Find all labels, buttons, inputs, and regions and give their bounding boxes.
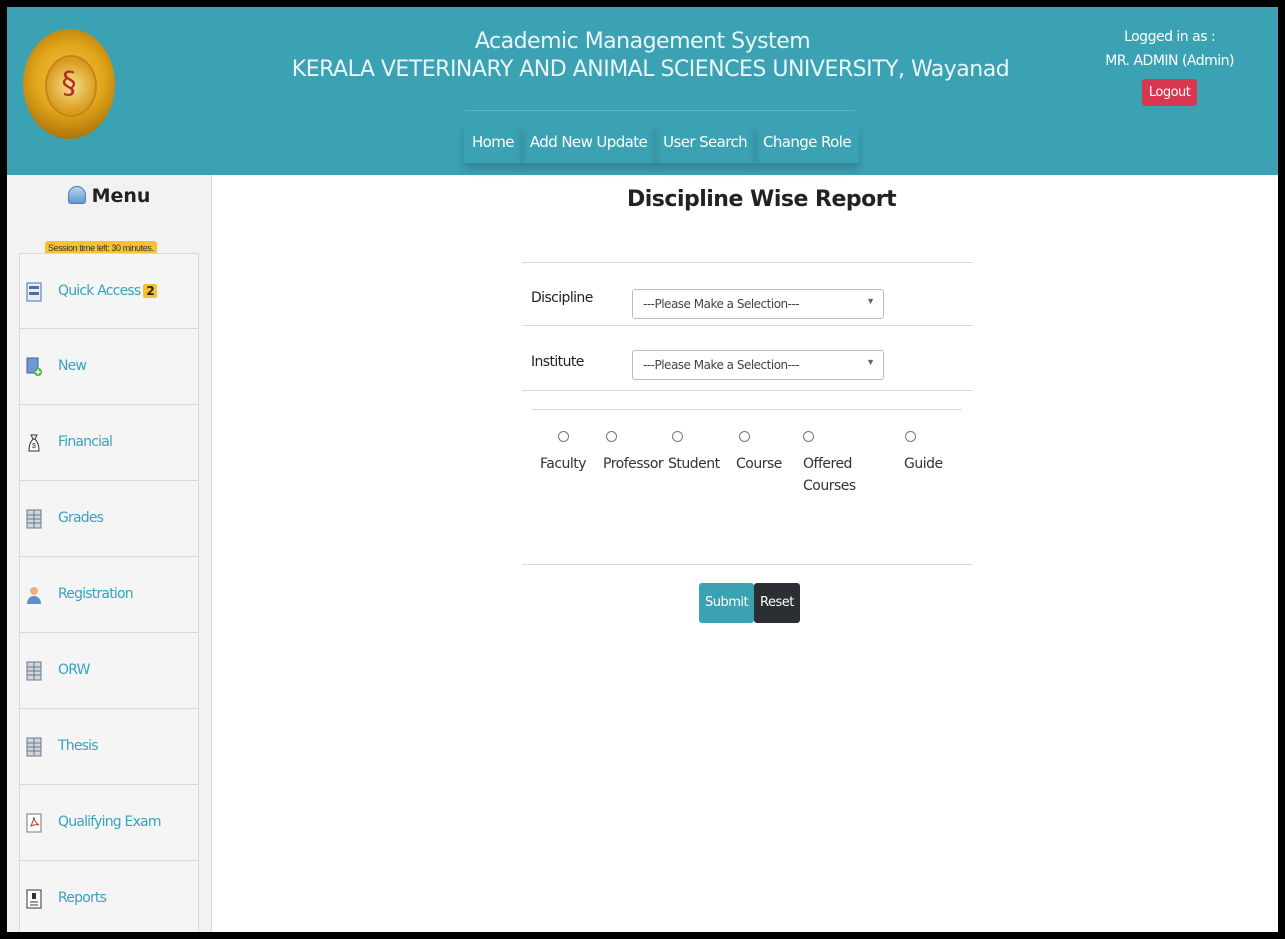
reset-button[interactable]: Reset [754,583,800,623]
radio-group-divider [532,409,962,410]
title-divider [465,110,855,111]
radio-label: Faculty [540,456,587,472]
sidebar-item-label: Grades [58,510,104,526]
sidebar-item-label: New [58,358,87,374]
sidebar-item-thesis[interactable]: Thesis [19,709,199,785]
form-divider [522,325,973,326]
login-panel: Logged in as : MR. ADMIN (Admin) Logout [1105,29,1234,106]
sidebar-item-registration[interactable]: Registration [19,557,199,633]
user-icon [27,587,41,604]
radio-button[interactable] [904,431,916,442]
radio-button[interactable] [739,431,751,442]
sidebar-item-quick-access[interactable]: Quick Access 2 [19,253,199,329]
form-divider [522,262,973,263]
radio-student[interactable]: Student [668,431,720,475]
radio-course[interactable]: Course [736,431,782,475]
radio-button[interactable] [672,431,684,442]
radio-label: Course [736,456,782,472]
page-title: Discipline Wise Report [627,187,897,212]
grid-icon [26,509,42,529]
header: § Academic Management System KERALA VETE… [7,7,1278,175]
radio-professor[interactable]: Professor [603,431,664,475]
sidebar-item-reports[interactable]: Reports [19,861,199,932]
radio-guide[interactable]: Guide [904,431,943,475]
form-divider [522,390,973,391]
nav-change-role[interactable]: Change Role [755,123,859,163]
nav-user-search[interactable]: User Search [655,123,755,163]
submit-button[interactable]: Submit [699,583,755,623]
institute-select[interactable]: ---Please Make a Selection--- ▼ [632,350,884,380]
form-divider [522,564,973,565]
radio-label: Student [668,456,720,472]
chevron-down-icon: ▼ [866,296,875,306]
sidebar-item-label: Registration [58,586,134,602]
sidebar-item-grades[interactable]: Grades [19,481,199,557]
sidebar-item-label: Quick Access 2 [58,283,157,299]
radio-faculty[interactable]: Faculty [540,431,587,475]
pdf-icon [26,813,42,833]
radio-offered-courses[interactable]: Offered Courses [803,431,856,497]
app-window: § Academic Management System KERALA VETE… [7,7,1278,932]
discipline-select-value: ---Please Make a Selection--- [643,297,800,311]
university-title: KERALA VETERINARY AND ANIMAL SCIENCES UN… [291,57,1010,82]
menu-label: Menu [91,185,151,207]
sidebar-item-label: Reports [58,890,107,906]
institute-label: Institute [531,354,584,370]
logout-button[interactable]: Logout [1141,79,1198,106]
grid-icon [26,661,42,681]
nav-home[interactable]: Home [464,123,522,163]
sidebar: Menu Session time left: 30 minutes. Quic… [7,175,212,932]
radio-label: Professor [603,456,664,472]
menu-header[interactable]: Menu [7,185,211,207]
app-title: Academic Management System [474,29,811,54]
discipline-select[interactable]: ---Please Make a Selection--- ▼ [632,289,884,319]
report-icon [26,889,42,909]
sidebar-item-label: ORW [58,662,90,678]
radio-label: Guide [904,456,943,472]
radio-button[interactable] [557,431,569,442]
quick-access-icon [26,282,42,302]
svg-text:$: $ [32,443,36,450]
institute-select-value: ---Please Make a Selection--- [643,358,800,372]
quick-access-count-badge: 2 [143,284,157,298]
discipline-label: Discipline [531,290,593,306]
money-bag-icon: $ [28,434,40,452]
radio-label: Offered Courses [803,456,856,494]
sidebar-item-orw[interactable]: ORW [19,633,199,709]
grid-icon [26,737,42,757]
chevron-down-icon: ▼ [866,357,875,367]
sidebar-item-qualifying-exam[interactable]: Qualifying Exam [19,785,199,861]
sidebar-item-label: Qualifying Exam [58,814,161,830]
sidebar-item-label: Financial [58,434,113,450]
nav-add-new-update[interactable]: Add New Update [522,123,655,163]
home-icon [67,186,86,204]
radio-button[interactable] [605,431,617,442]
sidebar-item-label: Thesis [58,738,99,754]
logged-in-label: Logged in as : [1124,29,1216,45]
sidebar-item-new[interactable]: New [19,329,199,405]
new-document-icon [26,357,42,376]
user-name: MR. ADMIN (Admin) [1105,53,1234,69]
sidebar-menu: Quick Access 2 New $ Financial Grades Reg… [19,253,199,932]
sidebar-item-financial[interactable]: $ Financial [19,405,199,481]
radio-button[interactable] [803,431,814,442]
top-nav: Home Add New Update User Search Change R… [464,123,859,169]
